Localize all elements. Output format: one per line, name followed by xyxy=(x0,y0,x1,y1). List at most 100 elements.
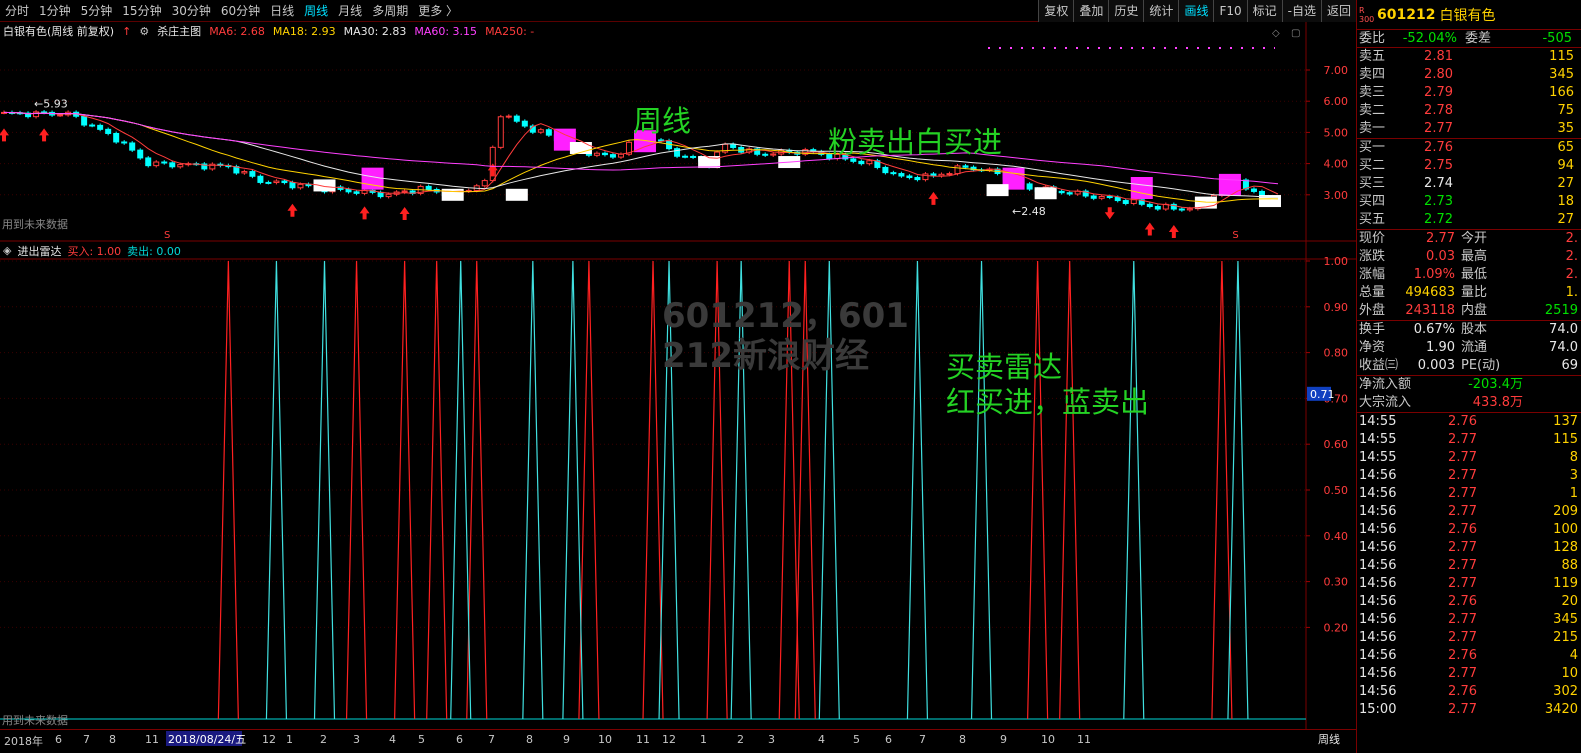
tick-row: 14:56 2.77 209 xyxy=(1357,503,1581,521)
tick-volume: 4 xyxy=(1569,648,1578,663)
tick-time: 14:56 xyxy=(1359,504,1397,519)
quote-value: 494683 xyxy=(1405,285,1455,300)
tick-volume: 128 xyxy=(1553,540,1578,555)
candle-body xyxy=(1066,192,1073,195)
indicator-tick-label: 0.50 xyxy=(1324,484,1349,497)
toolbar-button[interactable]: 复权 xyxy=(1038,0,1074,22)
month-label: 8 xyxy=(526,733,533,746)
quote-row: 现价 2.77 今开 2. xyxy=(1357,230,1581,248)
tick-price: 2.77 xyxy=(1448,450,1477,465)
period-tab[interactable]: 日线 xyxy=(265,0,299,22)
period-tab[interactable]: 多周期 xyxy=(367,0,413,22)
candle-body xyxy=(113,132,120,143)
stock-code[interactable]: 601212 xyxy=(1377,7,1435,23)
bid-label: 买二 xyxy=(1359,158,1386,173)
candle-body xyxy=(1250,188,1257,192)
period-tab[interactable]: 周线 xyxy=(299,0,333,22)
tick-time: 14:56 xyxy=(1359,684,1397,699)
tick-price: 2.77 xyxy=(1448,576,1477,591)
high-price-label: ←5.93 xyxy=(34,97,68,110)
tick-volume: 137 xyxy=(1553,414,1578,429)
period-tab[interactable]: 30分钟 xyxy=(167,0,216,22)
candle-body xyxy=(1106,195,1113,198)
tick-volume: 115 xyxy=(1553,432,1578,447)
toolbar-button[interactable]: 返回 xyxy=(1320,0,1356,22)
period-tab[interactable]: 月线 xyxy=(333,0,367,22)
candle-body xyxy=(906,175,913,179)
bid-label: 买四 xyxy=(1359,194,1386,209)
quote-label: 现价 xyxy=(1359,231,1386,246)
chart-tools: 复权 叠加 历史 统计 画线 F10 标记 -自选 返回 xyxy=(1038,0,1356,22)
candle-body xyxy=(353,191,360,194)
buy-arrow-icon xyxy=(399,206,410,220)
period-tab[interactable]: 更多 〉 xyxy=(413,0,463,22)
toolbar-button[interactable]: 统计 xyxy=(1143,0,1179,22)
candle-body xyxy=(297,183,304,189)
candle-body xyxy=(481,180,488,187)
flow-label: 大宗流入 xyxy=(1359,395,1412,410)
buy-arrow-icon xyxy=(928,191,939,205)
toolbar-button[interactable]: F10 xyxy=(1213,0,1247,22)
candle-body xyxy=(770,153,777,156)
tick-time: 14:55 xyxy=(1359,450,1397,465)
ask-price: 2.80 xyxy=(1424,67,1453,82)
quote-value: 0.03 xyxy=(1426,249,1455,264)
period-tab[interactable]: 5分钟 xyxy=(76,0,118,22)
bid-levels: 买一 2.76 65 买二 2.75 94 买三 2.74 27 买四 2.73 18 买五 2.72 27 xyxy=(1357,139,1581,230)
candle-body xyxy=(890,172,897,175)
ask-price: 2.79 xyxy=(1424,85,1453,100)
bid-row: 买三 2.74 27 xyxy=(1357,175,1581,193)
tick-time: 14:56 xyxy=(1359,522,1397,537)
bid-volume: 65 xyxy=(1557,140,1574,155)
annotation-radar: 买卖雷达 红买进，蓝卖出 xyxy=(946,350,1149,420)
tick-volume: 1 xyxy=(1569,486,1578,501)
candle-body xyxy=(81,115,88,126)
weibi-value: -52.04% xyxy=(1402,31,1457,46)
bid-label: 买一 xyxy=(1359,140,1386,155)
finance-label: PE(动) xyxy=(1461,358,1501,373)
quote-row: 外盘 243118 内盘 2519 xyxy=(1357,302,1581,320)
quote-label: 最低 xyxy=(1461,267,1488,282)
tick-time: 14:56 xyxy=(1359,486,1397,501)
sell-signal-block xyxy=(1130,177,1153,199)
quote-label: 内盘 xyxy=(1461,303,1488,318)
indicator-tick-label: 0.30 xyxy=(1324,576,1349,589)
toolbar-button[interactable]: 画线 xyxy=(1178,0,1214,22)
indicator-tick-label: 0.40 xyxy=(1324,530,1349,543)
ask-volume: 75 xyxy=(1557,103,1574,118)
period-tab[interactable]: 1分钟 xyxy=(34,0,76,22)
tick-row: 14:56 2.77 3 xyxy=(1357,467,1581,485)
toolbar-button[interactable]: -自选 xyxy=(1281,0,1321,22)
candle-body xyxy=(1026,183,1033,190)
candle-body xyxy=(289,182,296,189)
quote-value: 1.09% xyxy=(1413,267,1455,282)
date-axis[interactable]: 2018年 2018/08/24/五 6 7 8 11 12 1 2 3 4 5 6 7 8 9 10 11 12 1… xyxy=(0,729,1356,753)
order-ratio-row: 委比 -52.04% 委差 -505 xyxy=(1357,30,1581,48)
bid-price: 2.75 xyxy=(1424,158,1453,173)
split-marker: S xyxy=(1232,230,1238,241)
candle-body xyxy=(105,128,112,134)
quote-value: 243118 xyxy=(1405,303,1455,318)
finance-label: 换手 xyxy=(1359,322,1386,337)
candle-body xyxy=(601,152,608,156)
period-tab[interactable]: 60分钟 xyxy=(216,0,265,22)
month-label: 5 xyxy=(418,733,425,746)
market-badge-top: R xyxy=(1359,5,1365,15)
month-label: 11 xyxy=(145,733,159,746)
current-value-label: 0.71 xyxy=(1310,388,1335,401)
ask-volume: 115 xyxy=(1549,49,1574,64)
candle-body xyxy=(169,162,176,168)
sell-signal-block xyxy=(1218,173,1241,196)
buy-arrow-icon xyxy=(359,206,370,220)
month-label: 5 xyxy=(853,733,860,746)
watermark-line1: 601212，601 xyxy=(662,296,909,336)
candle-body xyxy=(249,171,256,177)
toolbar-button[interactable]: 历史 xyxy=(1108,0,1144,22)
period-tab[interactable]: 15分钟 xyxy=(117,0,166,22)
toolbar-button[interactable]: 标记 xyxy=(1246,0,1282,22)
annotation-radar-line2: 红买进，蓝卖出 xyxy=(946,384,1150,419)
toolbar-button[interactable]: 叠加 xyxy=(1073,0,1109,22)
tick-list[interactable]: 14:55 2.76 137 14:55 2.77 115 14:55 2.77 8 14:56 2… xyxy=(1357,413,1581,719)
period-tab[interactable]: 分时 xyxy=(0,0,34,22)
stock-name[interactable]: 白银有色 xyxy=(1439,5,1495,25)
